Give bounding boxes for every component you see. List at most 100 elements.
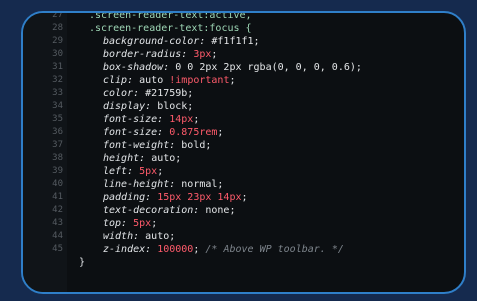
css-declaration: font-weight: bold;: [103, 139, 211, 152]
line-number: 43: [52, 218, 63, 228]
css-value: block;: [157, 101, 194, 112]
css-selector-text: .screen-reader-text:focus {: [89, 23, 252, 34]
css-property: line-height:: [103, 179, 176, 190]
css-number: 5px: [139, 166, 158, 177]
code-line: 42 text-decoration: none;: [23, 204, 464, 217]
code-line: 27 .screen-reader-text:active,: [23, 11, 464, 22]
css-declaration: clip: auto !important;: [103, 74, 236, 87]
line-number: 32: [52, 75, 63, 85]
css-number: 5px: [133, 218, 152, 229]
line-number: 45: [52, 244, 63, 254]
css-value: auto: [139, 75, 164, 86]
css-value: #f1f1f1;: [211, 36, 260, 47]
closing-brace: }: [79, 256, 85, 269]
css-number: 0.875rem: [169, 127, 218, 138]
code-line: 44 width: auto;: [23, 230, 464, 243]
css-declaration: display: block;: [103, 100, 193, 113]
code-line: 43 top: 5px;: [23, 217, 464, 230]
css-property: box-shadow:: [103, 62, 170, 73]
line-number: 41: [52, 192, 63, 202]
code-line: 36 font-size: 0.875rem;: [23, 126, 464, 139]
line-number: 29: [52, 36, 63, 46]
css-property: height:: [103, 153, 146, 164]
css-declaration: top: 5px;: [103, 217, 157, 230]
css-semicolon: ;: [241, 192, 248, 203]
css-property: color:: [103, 88, 140, 99]
css-number: 14px: [169, 114, 194, 125]
css-number: 3px: [193, 49, 212, 60]
css-number: 100000: [157, 244, 194, 255]
css-value: auto;: [151, 153, 182, 164]
closing-brace-text: }: [79, 257, 86, 268]
css-number: 15px 23px 14px: [157, 192, 242, 203]
css-semicolon: ;: [193, 244, 200, 255]
code-line: 29 background-color: #f1f1f1;: [23, 35, 464, 48]
css-property: font-size:: [103, 127, 164, 138]
css-value: auto;: [145, 231, 176, 242]
monitor-screen: 27 .screen-reader-text:active, 28 .screen-r…: [21, 11, 466, 294]
css-property: font-weight:: [103, 140, 176, 151]
line-number: 28: [52, 23, 63, 33]
css-declaration: border-radius: 3px;: [103, 48, 217, 61]
line-number: 40: [52, 179, 63, 189]
css-semicolon: ;: [193, 114, 200, 125]
css-property: width:: [103, 231, 140, 242]
css-value: bold;: [181, 140, 212, 151]
css-property: clip:: [103, 75, 134, 86]
code-line: 40 line-height: normal;: [23, 178, 464, 191]
code-line: 37 font-weight: bold;: [23, 139, 464, 152]
line-number: 35: [52, 114, 63, 124]
css-declaration: text-decoration: none;: [103, 204, 235, 217]
line-number: 36: [52, 127, 63, 137]
css-declaration: background-color: #f1f1f1;: [103, 35, 260, 48]
code-line: 33 color: #21759b;: [23, 87, 464, 100]
css-declaration: font-size: 0.875rem;: [103, 126, 223, 139]
css-property: text-decoration:: [103, 205, 200, 216]
css-declaration: font-size: 14px;: [103, 113, 199, 126]
code-line: 38 height: auto;: [23, 152, 464, 165]
css-property: background-color:: [103, 36, 206, 47]
line-number: 34: [52, 101, 63, 111]
css-semicolon: ;: [151, 218, 158, 229]
css-property: left:: [103, 166, 134, 177]
css-comment: /* Above WP toolbar. */: [205, 244, 344, 255]
css-value: none;: [205, 205, 236, 216]
line-number: 44: [52, 231, 63, 241]
code-line: 32 clip: auto !important;: [23, 74, 464, 87]
line-number: 27: [52, 11, 63, 20]
code-line: 35 font-size: 14px;: [23, 113, 464, 126]
line-number: 33: [52, 88, 63, 98]
line-number: 39: [52, 166, 63, 176]
css-property: z-index:: [103, 244, 152, 255]
line-number: 31: [52, 62, 63, 72]
code-line: 41 padding: 15px 23px 14px;: [23, 191, 464, 204]
css-value: #21759b;: [145, 88, 194, 99]
css-semicolon: ;: [211, 49, 218, 60]
css-property: border-radius:: [103, 49, 188, 60]
css-declaration: left: 5px;: [103, 165, 163, 178]
code-line: 30 border-radius: 3px;: [23, 48, 464, 61]
css-declaration: height: auto;: [103, 152, 181, 165]
css-value: 0 0 2px 2px rgba(0, 0, 0, 0.6);: [175, 62, 362, 73]
css-declaration: padding: 15px 23px 14px;: [103, 191, 248, 204]
line-number: 42: [52, 205, 63, 215]
line-number: 30: [52, 49, 63, 59]
css-property: padding:: [103, 192, 152, 203]
css-property: display:: [103, 101, 152, 112]
line-number: 37: [52, 140, 63, 150]
css-property: top:: [103, 218, 128, 229]
css-selector-text: .screen-reader-text:active,: [89, 11, 252, 21]
css-property: font-size:: [103, 114, 164, 125]
css-semicolon: ;: [217, 127, 224, 138]
code-line: }: [23, 256, 464, 269]
css-declaration: box-shadow: 0 0 2px 2px rgba(0, 0, 0, 0.…: [103, 61, 362, 74]
css-declaration: width: auto;: [103, 230, 175, 243]
css-declaration: color: #21759b;: [103, 87, 193, 100]
code-line: 45 z-index: 100000; /* Above WP toolbar. …: [23, 243, 464, 256]
css-declaration: line-height: normal;: [103, 178, 223, 191]
code-line: 28 .screen-reader-text:focus {: [23, 22, 464, 35]
code-line: 34 display: block;: [23, 100, 464, 113]
css-semicolon: ;: [157, 166, 164, 177]
css-important: !important: [169, 75, 230, 86]
code-line: 31 box-shadow: 0 0 2px 2px rgba(0, 0, 0, …: [23, 61, 464, 74]
